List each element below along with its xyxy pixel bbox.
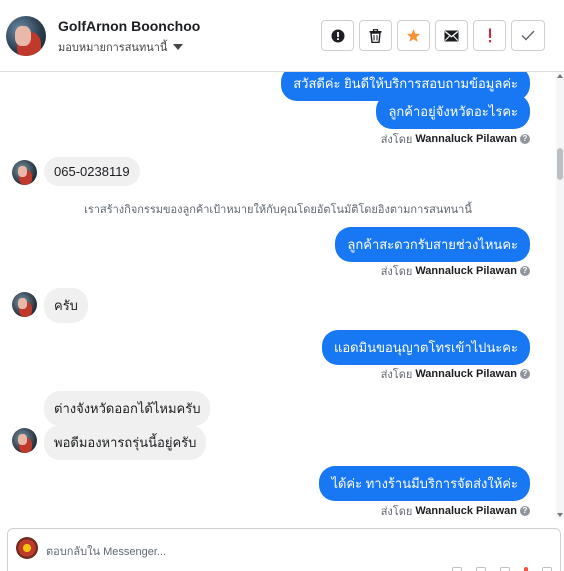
conversation-header: GolfArnon Boonchoo มอบหมายการสนทนานี้ xyxy=(0,0,564,72)
system-note: เราสร้างกิจกรรมของลูกค้าเป้าหมายให้กับคุ… xyxy=(84,204,472,216)
caret-down-icon xyxy=(173,44,184,50)
emoji-icon[interactable] xyxy=(500,567,510,571)
contact-avatar-small xyxy=(12,292,37,317)
flag-button[interactable] xyxy=(321,20,354,51)
composer-tools xyxy=(452,567,552,571)
agent-name[interactable]: Wannaluck Pilawan xyxy=(415,505,517,517)
contact-avatar-small xyxy=(12,160,37,185)
delete-button[interactable] xyxy=(359,20,392,51)
image-icon[interactable] xyxy=(476,567,486,571)
sent-by-prefix: ส่งโดย xyxy=(380,266,413,278)
message-thread[interactable]: สวัสดีค่ะ ยินดีให้บริการสอบถามข้อมูลค่ะ … xyxy=(0,72,556,519)
trash-icon xyxy=(369,28,382,43)
mark-unread-button[interactable] xyxy=(435,20,468,51)
scroll-down-arrow-icon[interactable] xyxy=(557,513,563,517)
done-button[interactable] xyxy=(511,20,545,51)
page-avatar xyxy=(16,537,38,559)
thread-scrollbar[interactable] xyxy=(556,72,564,519)
star-icon xyxy=(406,29,421,42)
outgoing-message: ได้ค่ะ ทางร้านมีบริการจัดส่งให้ค่ะ xyxy=(319,466,530,501)
sent-by-label: ส่งโดย Wannaluck Pilawan ? xyxy=(381,365,530,383)
help-icon[interactable]: ? xyxy=(520,266,530,276)
help-icon[interactable]: ? xyxy=(520,506,530,516)
incoming-message: 065-0238119 xyxy=(44,157,140,186)
outgoing-message: ลูกค้าอยู่จังหวัดอะไรคะ xyxy=(376,94,530,129)
incoming-message: ต่างจังหวัดออกได้ไหมครับ xyxy=(44,391,211,426)
spam-button[interactable] xyxy=(473,20,506,51)
sent-by-label: ส่งโดย Wannaluck Pilawan ? xyxy=(381,502,530,519)
agent-name[interactable]: Wannaluck Pilawan xyxy=(415,133,517,145)
gif-icon[interactable] xyxy=(524,567,528,571)
sent-by-prefix: ส่งโดย xyxy=(380,369,413,381)
incoming-message: พอดีมองหารถรุ่นนี้อยู่ครับ xyxy=(44,425,207,460)
sent-by-prefix: ส่งโดย xyxy=(380,506,413,518)
reply-input[interactable]: ตอบกลับใน Messenger... xyxy=(46,542,166,560)
sent-by-label: ส่งโดย Wannaluck Pilawan ? xyxy=(381,262,530,280)
outgoing-message: แอดมินขอนุญาตโทรเข้าไปนะคะ xyxy=(322,330,530,365)
scroll-up-arrow-icon[interactable] xyxy=(557,74,563,78)
contact-name[interactable]: GolfArnon Boonchoo xyxy=(58,18,200,34)
reply-composer: ตอบกลับใน Messenger... xyxy=(7,528,561,571)
contact-avatar-small xyxy=(12,428,37,453)
contact-avatar[interactable] xyxy=(6,16,46,56)
help-icon[interactable]: ? xyxy=(520,369,530,379)
assign-label: มอบหมายการสนทนานี้ xyxy=(58,42,168,54)
check-icon xyxy=(521,30,535,41)
envelope-icon xyxy=(444,30,459,41)
sent-by-prefix: ส่งโดย xyxy=(380,134,413,146)
incoming-message: ครับ xyxy=(44,288,88,323)
star-button[interactable] xyxy=(397,20,430,51)
help-icon[interactable]: ? xyxy=(520,134,530,144)
scroll-thumb[interactable] xyxy=(557,148,563,180)
sent-by-label: ส่งโดย Wannaluck Pilawan ? xyxy=(381,130,530,148)
assign-conversation-dropdown[interactable]: มอบหมายการสนทนานี้ xyxy=(58,38,184,56)
agent-name[interactable]: Wannaluck Pilawan xyxy=(415,265,517,277)
attachment-icon[interactable] xyxy=(452,567,462,571)
exclamation-icon xyxy=(488,28,491,43)
conversation-toolbar xyxy=(321,20,545,51)
alert-circle-icon xyxy=(331,29,344,42)
outgoing-message: ลูกค้าสะดวกรับสายช่วงไหนคะ xyxy=(335,227,530,262)
agent-name[interactable]: Wannaluck Pilawan xyxy=(415,368,517,380)
like-icon[interactable] xyxy=(542,567,552,571)
